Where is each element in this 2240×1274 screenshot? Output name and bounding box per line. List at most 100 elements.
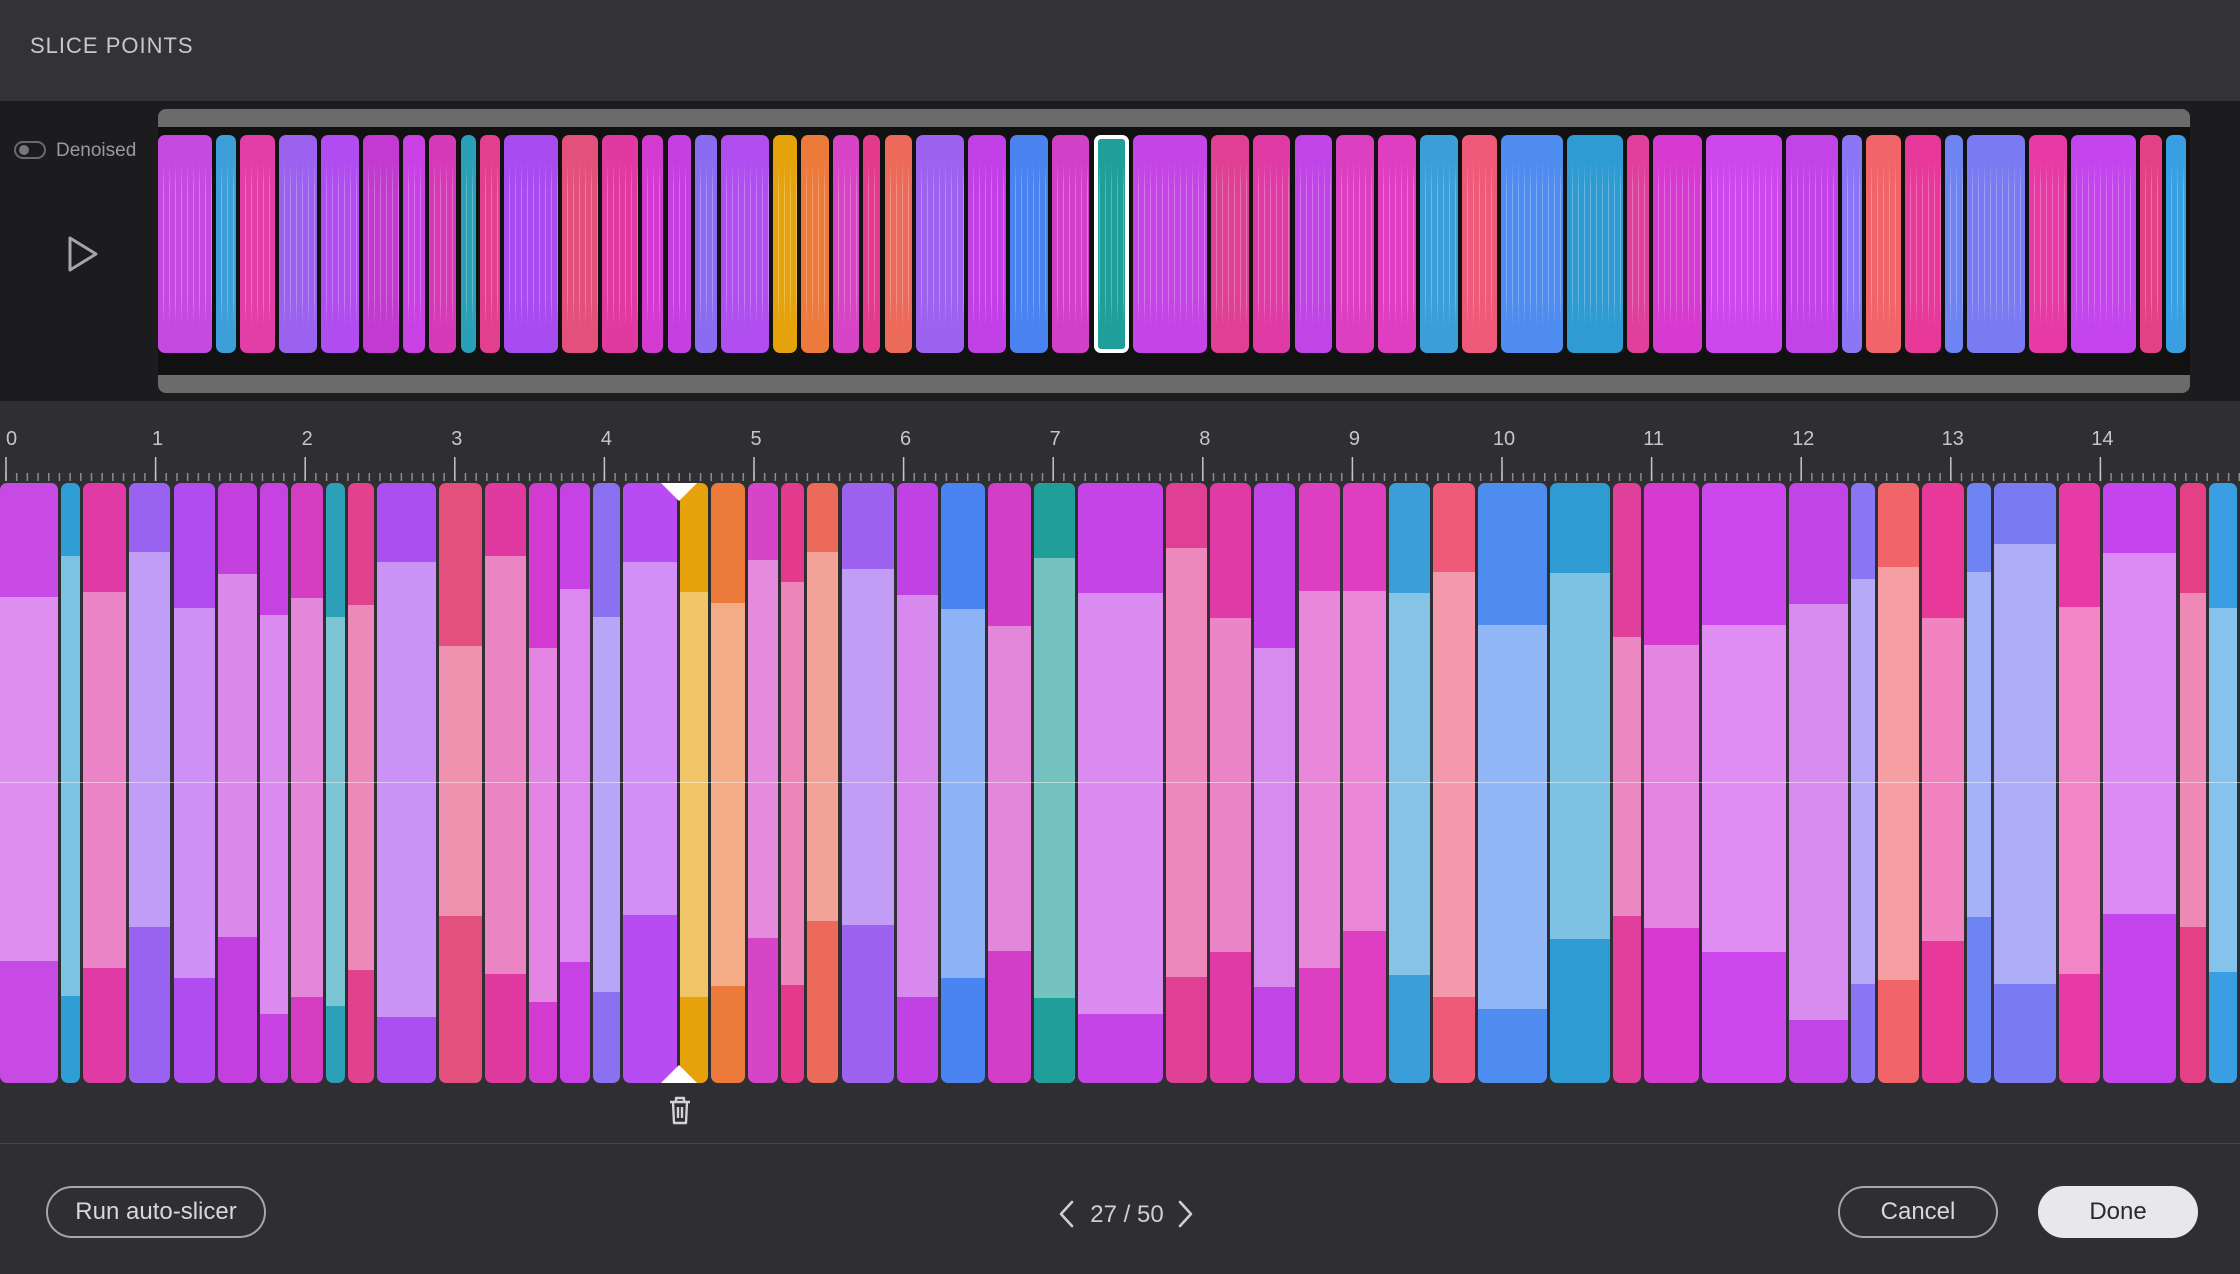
overview-segment[interactable]	[2028, 135, 2067, 353]
slice[interactable]	[129, 483, 171, 1083]
overview-segment[interactable]	[1294, 135, 1333, 353]
slice[interactable]	[781, 483, 804, 1083]
selected-slice[interactable]	[1033, 483, 1076, 1083]
slice[interactable]	[1078, 483, 1163, 1083]
cancel-button[interactable]: Cancel	[1838, 1186, 1998, 1238]
slice-marker-top[interactable]	[661, 483, 697, 501]
overview-segment[interactable]	[562, 135, 598, 353]
overview-segment[interactable]	[1093, 135, 1130, 353]
overview-segment[interactable]	[1567, 135, 1623, 353]
slice[interactable]	[748, 483, 778, 1083]
slice[interactable]	[680, 483, 709, 1083]
denoise-toggle[interactable]	[14, 141, 46, 159]
slice[interactable]	[1878, 483, 1920, 1083]
trash-icon[interactable]	[664, 1093, 696, 1127]
overview-segments[interactable]	[158, 135, 2190, 353]
slice[interactable]	[291, 483, 324, 1083]
overview-segment[interactable]	[215, 135, 236, 353]
overview-segment[interactable]	[2140, 135, 2163, 353]
overview-segment[interactable]	[279, 135, 318, 353]
overview-segment[interactable]	[1652, 135, 1703, 353]
overview-segment[interactable]	[2166, 135, 2186, 353]
overview-segment[interactable]	[1501, 135, 1564, 353]
overview-segment[interactable]	[862, 135, 881, 353]
slice[interactable]	[560, 483, 591, 1083]
slice[interactable]	[0, 483, 59, 1083]
overview-segment[interactable]	[1706, 135, 1782, 353]
slice[interactable]	[377, 483, 436, 1083]
slice[interactable]	[2179, 483, 2206, 1083]
overview-segment[interactable]	[832, 135, 859, 353]
slice[interactable]	[711, 483, 745, 1083]
overview-segment[interactable]	[1865, 135, 1902, 353]
overview-segment[interactable]	[1252, 135, 1291, 353]
overview-segment[interactable]	[1419, 135, 1458, 353]
slice[interactable]	[83, 483, 127, 1083]
overview-segment[interactable]	[1841, 135, 1862, 353]
chevron-right-icon[interactable]	[1172, 1196, 1198, 1232]
run-auto-slicer-button[interactable]: Run auto-slicer	[46, 1186, 266, 1238]
slice-editor[interactable]: 0 1 2 3 4 5 6 7 8 9 10 11 12 13 14	[0, 401, 2240, 1143]
overview-segment[interactable]	[428, 135, 457, 353]
slice[interactable]	[529, 483, 558, 1083]
overview-segment[interactable]	[800, 135, 829, 353]
slice[interactable]	[1254, 483, 1296, 1083]
overview-segment[interactable]	[363, 135, 399, 353]
slice[interactable]	[217, 483, 258, 1083]
slice[interactable]	[61, 483, 80, 1083]
slice[interactable]	[622, 483, 678, 1083]
slice[interactable]	[941, 483, 985, 1083]
overview-segment[interactable]	[1905, 135, 1942, 353]
overview-segment[interactable]	[1626, 135, 1649, 353]
overview-segment[interactable]	[1378, 135, 1416, 353]
overview-segment[interactable]	[1336, 135, 1374, 353]
overview-segment[interactable]	[916, 135, 964, 353]
chevron-left-icon[interactable]	[1054, 1196, 1080, 1232]
overview-segment[interactable]	[667, 135, 692, 353]
overview-segment[interactable]	[1786, 135, 1838, 353]
slice[interactable]	[484, 483, 527, 1083]
overview-segment[interactable]	[1009, 135, 1048, 353]
play-icon[interactable]	[64, 234, 100, 274]
slice[interactable]	[1298, 483, 1340, 1083]
slice[interactable]	[987, 483, 1031, 1083]
overview-segment[interactable]	[480, 135, 501, 353]
overview-segment[interactable]	[1210, 135, 1249, 353]
overview-segment[interactable]	[968, 135, 1006, 353]
overview-segment[interactable]	[695, 135, 718, 353]
slice[interactable]	[841, 483, 895, 1083]
slice[interactable]	[1477, 483, 1548, 1083]
overview-segment[interactable]	[1133, 135, 1207, 353]
overview-segment[interactable]	[641, 135, 664, 353]
slice[interactable]	[1342, 483, 1387, 1083]
slice[interactable]	[1789, 483, 1848, 1083]
overview-segment[interactable]	[1461, 135, 1498, 353]
slice[interactable]	[2059, 483, 2101, 1083]
slice-lane[interactable]	[0, 483, 2240, 1083]
slice[interactable]	[1994, 483, 2056, 1083]
slice[interactable]	[260, 483, 289, 1083]
slice[interactable]	[593, 483, 620, 1083]
slice[interactable]	[1644, 483, 1699, 1083]
slice[interactable]	[326, 483, 346, 1083]
overview-segment[interactable]	[158, 135, 212, 353]
done-button[interactable]: Done	[2038, 1186, 2198, 1238]
overview-segment[interactable]	[321, 135, 359, 353]
overview-segment[interactable]	[402, 135, 425, 353]
slice[interactable]	[1433, 483, 1475, 1083]
slice-marker-bottom[interactable]	[661, 1065, 697, 1083]
slice[interactable]	[1550, 483, 1611, 1083]
overview-segment[interactable]	[460, 135, 477, 353]
slice[interactable]	[806, 483, 839, 1083]
slice[interactable]	[1209, 483, 1252, 1083]
overview-segment[interactable]	[773, 135, 797, 353]
overview-segment[interactable]	[1945, 135, 1964, 353]
overview-segment[interactable]	[884, 135, 913, 353]
slice[interactable]	[438, 483, 482, 1083]
overview-segment[interactable]	[1051, 135, 1090, 353]
overview-segment[interactable]	[504, 135, 558, 353]
slice[interactable]	[2103, 483, 2177, 1083]
slice[interactable]	[1922, 483, 1964, 1083]
overview-segment[interactable]	[1967, 135, 2025, 353]
overview-segment[interactable]	[2070, 135, 2137, 353]
